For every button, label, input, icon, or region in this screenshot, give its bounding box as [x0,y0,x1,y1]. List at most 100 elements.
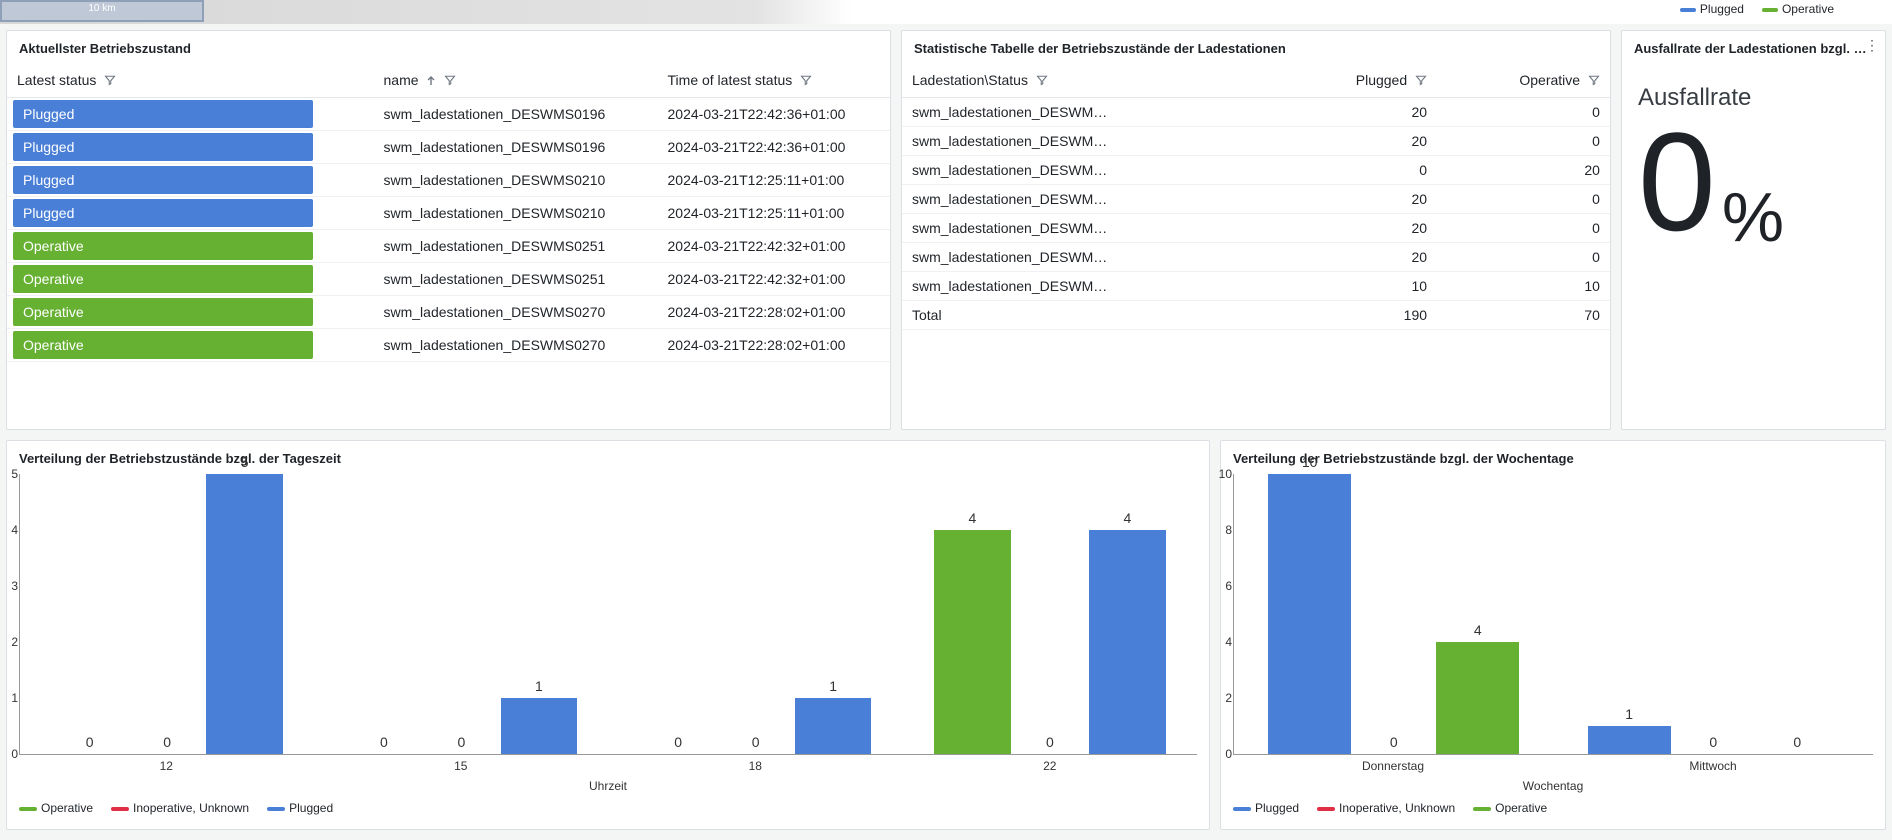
table-row[interactable]: swm_ladestationen_DESWMS…020 [902,156,1610,185]
bar-group: 1004 [1234,474,1554,754]
y-tick: 8 [1225,523,1232,537]
chart-area: 012345005001001404 [19,474,1197,755]
bar-label: 1 [829,678,837,694]
cell-plugged: 20 [1280,243,1437,272]
table-row[interactable]: Operativeswm_ladestationen_DESWMS0251202… [7,230,890,263]
col-header[interactable]: Time of latest status [658,64,890,98]
status-badge: Plugged [13,166,313,194]
bar-label: 4 [1123,510,1131,526]
y-tick: 2 [11,635,18,649]
panel-latest-status: Aktuellster Betriebszustand Latest statu… [6,30,891,430]
panel-title: Statistische Tabelle der Betriebszuständ… [902,31,1610,64]
status-badge: Operative [13,265,313,293]
map-legend: Plugged Operative [1680,2,1852,16]
bar[interactable]: 5 [206,474,283,754]
cell-name: swm_ladestationen_DESWMS… [902,243,1280,272]
table-row[interactable]: Pluggedswm_ladestationen_DESWMS01962024-… [7,98,890,131]
status-badge: Operative [13,232,313,260]
col-header[interactable]: Latest status [7,64,374,98]
table-row[interactable]: swm_ladestationen_DESWMS…200 [902,98,1610,127]
table-row[interactable]: swm_ladestationen_DESWMS…200 [902,127,1610,156]
bar-group: 4 0 4 [903,474,1197,754]
filter-icon[interactable] [1588,73,1600,89]
table-row[interactable]: swm_ladestationen_DESWMS…1010 [902,272,1610,301]
bar-label: 0 [1046,734,1054,750]
bar-group: 100 [1554,474,1874,754]
y-tick: 10 [1219,467,1232,481]
table-row[interactable]: Operativeswm_ladestationen_DESWMS0270202… [7,296,890,329]
status-badge: Plugged [13,133,313,161]
table-row[interactable]: Pluggedswm_ladestationen_DESWMS02102024-… [7,197,890,230]
legend-item[interactable]: Inoperative, Unknown [111,801,249,815]
panel-menu-icon[interactable]: ⋮ [1863,37,1881,55]
legend-item[interactable]: Plugged [1233,801,1299,815]
col-header[interactable]: Plugged [1280,64,1437,98]
col-header[interactable]: name [374,64,658,98]
bar[interactable]: 4 [1089,530,1166,754]
col-header[interactable]: Operative [1437,64,1610,98]
chart-legend: Plugged Inoperative, Unknown Operative [1221,793,1885,823]
y-tick: 0 [11,747,18,761]
cell-operative: 20 [1437,156,1610,185]
table-row[interactable]: Pluggedswm_ladestationen_DESWMS01962024-… [7,131,890,164]
bar-label: 1 [1625,706,1633,722]
total-operative: 70 [1437,301,1610,330]
panel-title: Verteilung der Betriebstzustände bzgl. d… [7,441,1209,474]
cell-time: 2024-03-21T22:28:02+01:00 [658,296,890,329]
legend-item[interactable]: Operative [1473,801,1547,815]
cell-name: swm_ladestationen_DESWMS0270 [374,329,658,362]
cell-name: swm_ladestationen_DESWMS0251 [374,230,658,263]
cell-name: swm_ladestationen_DESWMS0210 [374,197,658,230]
panel-title: Aktuellster Betriebszustand [7,31,890,64]
cell-operative: 0 [1437,214,1610,243]
legend-item[interactable]: Operative [1762,2,1834,16]
chart-area: 02468101004100 [1233,474,1873,755]
table-row[interactable]: swm_ladestationen_DESWMS…200 [902,243,1610,272]
panel-failure-rate: ⋮ Ausfallrate der Ladestationen bzgl. b…… [1621,30,1886,430]
filter-icon[interactable] [1036,73,1048,89]
filter-icon[interactable] [104,73,116,89]
bar[interactable]: 1 [795,698,872,754]
cell-name: swm_ladestationen_DESWMS0251 [374,263,658,296]
status-badge: Operative [13,298,313,326]
legend-item[interactable]: Operative [19,801,93,815]
cell-plugged: 20 [1280,214,1437,243]
bar-label: 0 [86,734,94,750]
stats-table: Ladestation\Status Plugged Operative swm… [902,64,1610,330]
filter-icon[interactable] [800,73,812,89]
x-tick: 22 [903,759,1198,773]
filter-icon[interactable] [1415,73,1427,89]
status-badge: Operative [13,331,313,359]
table-row[interactable]: swm_ladestationen_DESWMS…200 [902,214,1610,243]
bar-label: 0 [1793,734,1801,750]
cell-name: swm_ladestationen_DESWMS0196 [374,131,658,164]
x-tick: 18 [608,759,903,773]
table-row[interactable]: Operativeswm_ladestationen_DESWMS0270202… [7,329,890,362]
table-row[interactable]: Operativeswm_ladestationen_DESWMS0251202… [7,263,890,296]
table-row[interactable]: Pluggedswm_ladestationen_DESWMS02102024-… [7,164,890,197]
cell-plugged: 0 [1280,156,1437,185]
map-scale: 10 km [0,0,204,22]
bar[interactable]: 10 [1268,474,1351,754]
bar[interactable]: 4 [1436,642,1519,754]
fail-value: 0% [1638,112,1869,252]
bar[interactable]: 4 [934,530,1011,754]
cell-operative: 10 [1437,272,1610,301]
bar[interactable]: 1 [1588,726,1671,754]
legend-item[interactable]: Inoperative, Unknown [1317,801,1455,815]
col-header[interactable]: Ladestation\Status [902,64,1280,98]
table-row[interactable]: swm_ladestationen_DESWMS…200 [902,185,1610,214]
legend-item[interactable]: Plugged [267,801,333,815]
chart-legend: Operative Inoperative, Unknown Plugged [7,793,1209,823]
bar-label: 4 [968,510,976,526]
bar-label: 0 [380,734,388,750]
legend-item[interactable]: Plugged [1680,2,1744,16]
y-tick: 6 [1225,579,1232,593]
y-tick: 0 [1225,747,1232,761]
filter-icon[interactable] [444,73,456,89]
cell-name: swm_ladestationen_DESWMS… [902,272,1280,301]
cell-name: swm_ladestationen_DESWMS… [902,127,1280,156]
bar[interactable]: 1 [501,698,578,754]
total-label: Total [902,301,1280,330]
x-axis-label: Uhrzeit [7,779,1209,793]
